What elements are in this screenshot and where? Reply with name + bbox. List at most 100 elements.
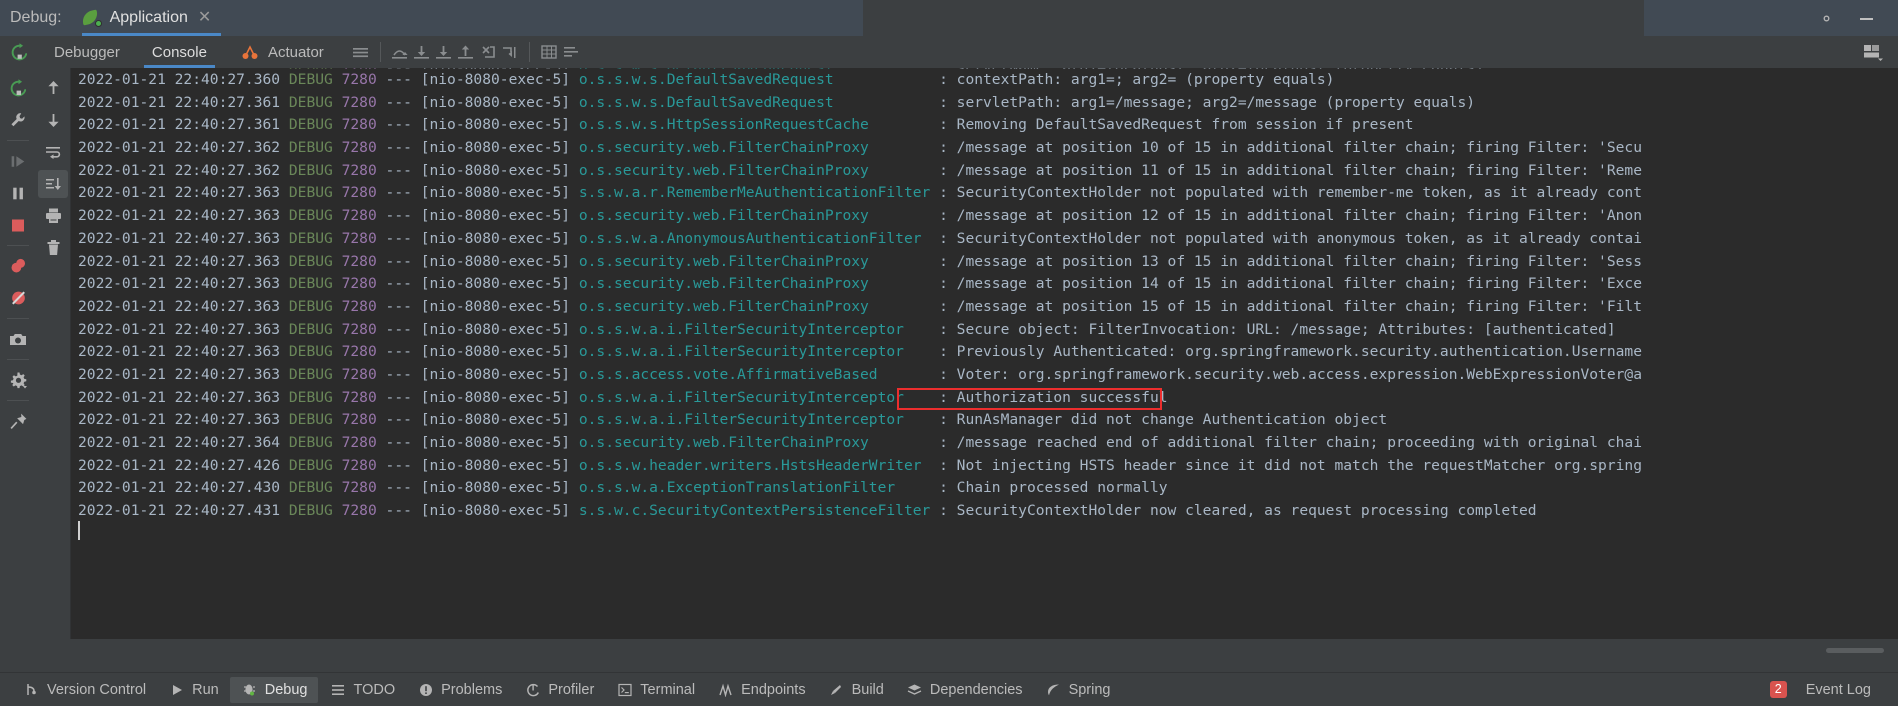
toolbar-right-controls: [1862, 37, 1898, 67]
status-item-debug[interactable]: Debug: [229, 676, 319, 703]
debug-actions-gutter: [0, 68, 36, 639]
toolbar-divider-2: [528, 42, 530, 62]
log-logger: o.s.s.w.a.i.FilterSecurityInterceptor: [578, 343, 940, 361]
force-step-into-icon[interactable]: [433, 37, 455, 67]
tab-debugger[interactable]: Debugger: [38, 36, 136, 68]
log-message: : Voter: org.springframework.security.we…: [939, 365, 1642, 383]
status-item-problems-label: Problems: [441, 681, 503, 698]
console-log-line: 2022-01-21 22:40:27.363 DEBUG 7280 --- […: [78, 228, 1898, 251]
scroll-to-end-icon[interactable]: [38, 170, 68, 198]
log-separator: ---: [376, 343, 421, 361]
log-separator: ---: [376, 116, 421, 134]
log-thread: [nio-8080-exec-5]: [420, 434, 579, 451]
status-item-run-label: Run: [192, 681, 219, 698]
gear-icon[interactable]: [1818, 10, 1835, 27]
log-timestamp: [78, 68, 289, 69]
clear-all-icon[interactable]: [38, 234, 68, 262]
soft-wrap-icon[interactable]: [38, 138, 68, 166]
step-into-icon[interactable]: [411, 37, 433, 67]
horizontal-scrollbar-thumb[interactable]: [1826, 648, 1884, 653]
layout-settings-icon[interactable]: [1862, 37, 1884, 67]
profiler-icon: [524, 681, 541, 698]
log-pid: 7280: [341, 434, 377, 451]
rerun-icon[interactable]: [3, 74, 33, 102]
log-logger: o.s.s.w.header.writers.HstsHeaderWriter: [578, 456, 940, 474]
log-logger: o.s.security.web.FilterChainProxy: [578, 139, 940, 157]
log-separator: ---: [376, 434, 421, 451]
evaluate-grid-icon[interactable]: [538, 37, 560, 67]
log-pid: 7280: [341, 184, 377, 202]
log-timestamp: 2022-01-21 22:40:27.426: [78, 456, 289, 474]
log-level: DEBUG: [288, 479, 333, 497]
log-level: DEBUG: [288, 365, 333, 383]
log-timestamp: 2022-01-21 22:40:27.363: [78, 275, 289, 293]
step-out-icon[interactable]: [455, 37, 477, 67]
log-space: [333, 411, 342, 428]
scroll-up-icon[interactable]: [38, 74, 68, 102]
log-space: [333, 457, 342, 474]
stop-icon[interactable]: [3, 211, 33, 239]
status-item-problems[interactable]: Problems: [406, 677, 513, 703]
screenshot-icon[interactable]: [3, 325, 33, 353]
scroll-down-icon[interactable]: [38, 106, 68, 134]
log-timestamp: 2022-01-21 22:40:27.361: [78, 116, 289, 134]
log-message: : Chain processed normally: [939, 479, 1168, 497]
status-item-endpoints[interactable]: Endpoints: [706, 677, 817, 703]
status-item-build[interactable]: Build: [817, 677, 895, 703]
rerun-icon[interactable]: [0, 36, 38, 68]
status-item-spring[interactable]: Spring: [1034, 677, 1122, 703]
status-item-terminal-label: Terminal: [640, 681, 696, 698]
status-item-version-control[interactable]: Version Control: [12, 677, 157, 703]
log-level: DEBUG: [288, 456, 333, 474]
resume-program-icon[interactable]: [3, 147, 33, 175]
console-log-line: 2022-01-21 22:40:27.363 DEBUG 7280 --- […: [78, 409, 1898, 432]
log-space: [333, 230, 342, 247]
settings-gear-icon[interactable]: [3, 366, 33, 394]
log-message: : SecurityContextHolder not populated wi…: [939, 229, 1642, 247]
console-output[interactable]: DEBUG 7280 --- [nio-8080-exec-5] o.s.s.w…: [71, 68, 1898, 639]
minimize-icon[interactable]: [1857, 10, 1876, 27]
mute-breakpoints-icon[interactable]: [3, 284, 33, 312]
log-timestamp: 2022-01-21 22:40:27.363: [78, 320, 289, 338]
log-space: [333, 321, 342, 338]
status-item-profiler-label: Profiler: [548, 681, 595, 698]
close-icon[interactable]: ✕: [196, 10, 213, 26]
settings-wrench-icon[interactable]: [3, 106, 33, 134]
status-item-event-log[interactable]: Event Log: [1795, 677, 1882, 703]
status-item-terminal[interactable]: Terminal: [605, 677, 706, 703]
gutter-divider-5: [7, 400, 29, 401]
pause-program-icon[interactable]: [3, 179, 33, 207]
log-pid: 7280: [341, 320, 377, 338]
log-message: : RunAsManager did not change Authentica…: [939, 411, 1388, 429]
status-item-version-control-label: Version Control: [47, 681, 147, 698]
pin-icon[interactable]: [3, 407, 33, 435]
log-message: : /message reached end of additional fil…: [939, 434, 1642, 451]
status-item-profiler[interactable]: Profiler: [513, 677, 605, 703]
log-message: : Not injecting HSTS header since it did…: [939, 456, 1642, 474]
step-over-icon[interactable]: [389, 37, 411, 67]
print-icon[interactable]: [38, 202, 68, 230]
status-item-dependencies[interactable]: Dependencies: [895, 677, 1034, 703]
status-item-build-label: Build: [851, 681, 884, 698]
settings-list-icon[interactable]: [560, 37, 582, 67]
tab-console[interactable]: Console: [136, 36, 223, 68]
log-space: [333, 253, 342, 270]
run-to-cursor-icon[interactable]: [499, 37, 521, 67]
tab-debugger-label: Debugger: [54, 43, 120, 61]
status-item-todo[interactable]: TODO: [318, 677, 406, 703]
console-log-line: 2022-01-21 22:40:27.363 DEBUG 7280 --- […: [78, 251, 1898, 274]
log-timestamp: 2022-01-21 22:40:27.364: [78, 434, 289, 451]
log-pid: 7280: [341, 116, 377, 134]
log-separator: ---: [376, 252, 421, 270]
debug-tab-application[interactable]: Application ✕: [75, 0, 228, 36]
status-item-run[interactable]: Run: [157, 677, 230, 703]
debug-icon: [241, 681, 258, 698]
drop-frame-icon[interactable]: [477, 37, 499, 67]
view-breakpoints-icon[interactable]: [3, 252, 33, 280]
log-level: DEBUG: [288, 252, 333, 270]
layout-menu-icon[interactable]: [350, 37, 372, 67]
tab-actuator[interactable]: Actuator: [223, 36, 340, 68]
log-space: [333, 502, 342, 519]
log-pid: 7280: [341, 93, 377, 111]
log-thread: [nio-8080-exec-5]: [420, 161, 579, 179]
